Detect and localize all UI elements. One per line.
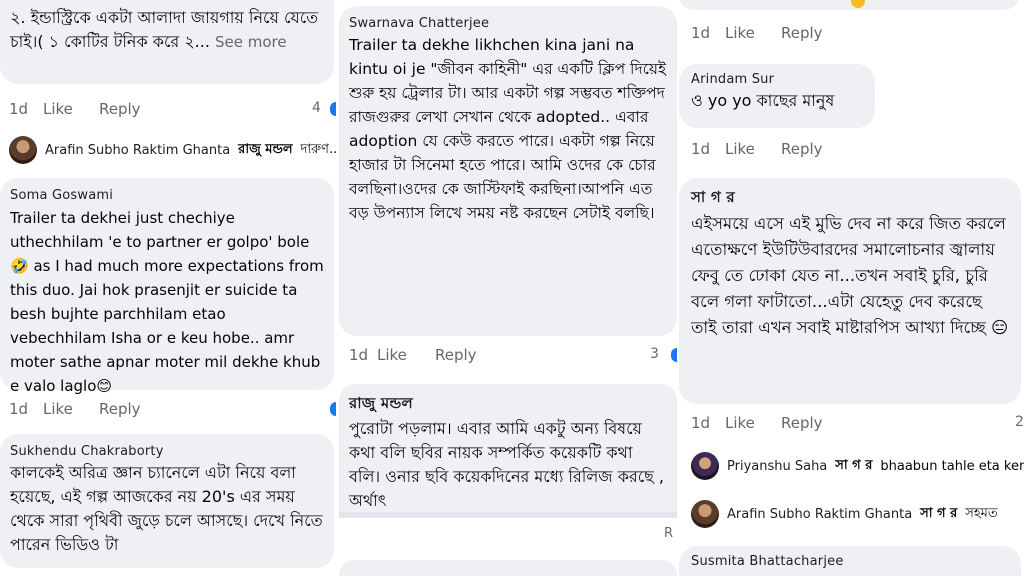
comment-text: Trailer ta dekhe likhchen kina jani na k… (349, 36, 667, 222)
reply-preview[interactable]: Arafin Subho Raktim Ghanta সা গ র সহমত (691, 500, 998, 528)
reply-button[interactable]: Reply (781, 140, 841, 158)
comment-timestamp: 1d (691, 24, 711, 42)
reply-button[interactable]: Reply (99, 400, 159, 418)
comment-bubble: Swarnava Chatterjee Trailer ta dekhe lik… (339, 6, 677, 336)
like-button[interactable]: Like (43, 400, 99, 418)
comment-actions: 1d Like Reply (9, 100, 159, 118)
reply-text: দারুণ... (300, 141, 336, 157)
comment-timestamp: 1d (9, 400, 29, 418)
comment-actions: 1d Like Reply (349, 346, 495, 364)
like-button[interactable]: Like (725, 414, 781, 432)
reply-mention[interactable]: সা গ র (920, 504, 957, 525)
avatar[interactable] (9, 136, 37, 164)
comment-actions: 1d Like Reply (9, 400, 159, 418)
comment-actions: 1d Like Reply (691, 24, 841, 42)
comment-text: Trailer ta dekhei just chechiye uthechhi… (10, 209, 324, 395)
comment-bubble: Susmita Bhattacharjee (679, 546, 1021, 576)
comments-panel-right: 1d Like Reply Arindam Sur ও yo yo কাছের … (679, 0, 1024, 576)
comment-author[interactable]: Arindam Sur (691, 72, 863, 87)
reply-button[interactable]: Reply (781, 414, 841, 432)
comment-author[interactable]: Susmita Bhattacharjee (691, 554, 1009, 569)
reaction-count: 2 (1015, 414, 1024, 430)
reply-author[interactable]: Arafin Subho Raktim Ghanta (45, 143, 230, 158)
reply-mention[interactable]: সা গ র (835, 456, 872, 477)
comment-timestamp: 1d (691, 140, 711, 158)
like-reaction-icon (330, 402, 336, 416)
reply-author[interactable]: Priyanshu Saha (727, 459, 827, 474)
reply-author[interactable]: Arafin Subho Raktim Ghanta (727, 507, 912, 522)
comment-text: এইসময়ে এসে এই মুভি দেব না করে জিত করলে … (691, 214, 1009, 337)
reply-preview[interactable]: Arafin Subho Raktim Ghanta রাজু মন্ডল দা… (9, 136, 336, 164)
comment-bubble: সা গ র এইসময়ে এসে এই মুভি দেব না করে জি… (679, 178, 1021, 404)
edge-letter: R (663, 526, 673, 541)
comment-author[interactable]: Sukhendu Chakraborty (10, 444, 324, 459)
comment-bubble: ২. ইন্ডাস্ট্রিকে একটা আলাদা জায়গায় নিয… (0, 0, 334, 84)
reply-button[interactable]: Reply (99, 100, 159, 118)
comment-text: ও yo yo কাছের মানুষ (691, 91, 835, 110)
comment-actions: 1d Like Reply (691, 414, 841, 432)
reply-text: bhaabun tahle eta keno (880, 458, 1024, 474)
divider (339, 512, 677, 518)
see-more-link[interactable]: See more (215, 33, 287, 51)
like-reaction-icon (671, 348, 677, 362)
comment-bubble (339, 560, 677, 576)
comment-bubble (679, 0, 1019, 10)
reply-mention[interactable]: রাজু মন্ডল (238, 140, 292, 161)
comments-panel-middle: Swarnava Chatterjee Trailer ta dekhe lik… (339, 0, 677, 576)
comment-text: পুরোটা পড়লাম। এবার আমি একটু অন্য বিষয়ে… (349, 419, 664, 510)
like-reaction-icon (330, 102, 336, 116)
comment-author[interactable]: সা গ র (691, 186, 1009, 211)
like-button[interactable]: Like (725, 24, 781, 42)
comments-panel-left: ২. ইন্ডাস্ট্রিকে একটা আলাদা জায়গায় নিয… (0, 0, 336, 576)
comment-bubble: রাজু মন্ডল পুরোটা পড়লাম। এবার আমি একটু … (339, 384, 677, 512)
comment-input-bar[interactable]: R (339, 520, 677, 556)
comment-text: কালকেই অরিত্র জ্ঞান চ্যানেলে এটা নিয়ে ব… (10, 463, 323, 554)
comment-actions: 1d Like Reply (691, 140, 841, 158)
comment-author[interactable]: Soma Goswami (10, 188, 324, 203)
comment-author[interactable]: রাজু মন্ডল (349, 392, 667, 417)
comment-timestamp: 1d (349, 346, 369, 364)
comment-bubble: Sukhendu Chakraborty কালকেই অরিত্র জ্ঞান… (0, 434, 334, 568)
comment-timestamp: 1d (9, 100, 29, 118)
reaction-count: 3 (650, 346, 659, 362)
like-button[interactable]: Like (43, 100, 99, 118)
avatar[interactable] (691, 500, 719, 528)
reply-text: সহমত (965, 505, 998, 521)
comment-author[interactable]: Swarnava Chatterjee (349, 16, 667, 31)
like-button[interactable]: Like (725, 140, 781, 158)
comment-bubble: Soma Goswami Trailer ta dekhei just chec… (0, 178, 334, 395)
comment-timestamp: 1d (691, 414, 711, 432)
reply-button[interactable]: Reply (435, 346, 495, 364)
reply-preview[interactable]: Priyanshu Saha সা গ র bhaabun tahle eta … (691, 452, 1024, 480)
reply-button[interactable]: Reply (781, 24, 841, 42)
reaction-count: 4 (312, 100, 321, 116)
like-button[interactable]: Like (377, 346, 435, 364)
avatar[interactable] (691, 452, 719, 480)
comment-bubble: Arindam Sur ও yo yo কাছের মানুষ (679, 64, 875, 128)
